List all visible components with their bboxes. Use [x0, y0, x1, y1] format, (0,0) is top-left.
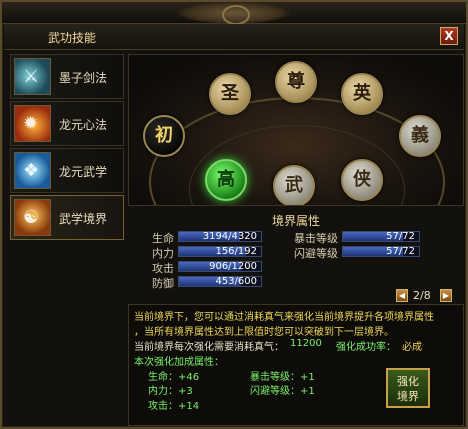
attr-mp: 内力 156/192	[152, 245, 272, 260]
attr-value: 156/192	[215, 246, 257, 257]
realm-node-zun[interactable]: 尊	[275, 61, 317, 103]
upgrade-label-line1: 强化	[397, 375, 419, 388]
attr-defense: 防御 453/600	[152, 275, 272, 290]
bonus-crit: 暴击等级：+1	[250, 372, 315, 383]
tab-mozi-sword[interactable]: ⚔ 墨子剑法	[10, 54, 124, 99]
realm-node-wu[interactable]: 武	[273, 165, 315, 205]
bonus-attack: 攻击：+14	[148, 401, 200, 412]
cost-value: 11200	[290, 338, 322, 349]
window-title: 武功技能	[48, 31, 97, 45]
martial-skills-window: 武功技能 X ⚔ 墨子剑法 ✹ 龙元心法 ❖ 龙元武学 ☯ 武学境界 初 圣 尊…	[0, 0, 468, 429]
info-line-1: 当前境界下，您可以通过消耗真气来强化当前境界提升各项境界属性	[134, 312, 434, 323]
info-line-2: ，当所有境界属性达到上限值时您可以突破到下一层境界。	[134, 327, 394, 338]
attr-bar: 453/600	[178, 276, 262, 287]
meditating-monk-icon: ☯	[14, 199, 51, 236]
cost-label: 当前境界每次强化需要消耗真气：	[134, 342, 284, 353]
attr-label: 防御	[152, 277, 174, 290]
tab-longyuan-martial[interactable]: ❖ 龙元武学	[10, 148, 124, 193]
attr-label: 攻击	[152, 262, 174, 275]
attr-value: 453/600	[215, 276, 257, 287]
tab-longyuan-heart[interactable]: ✹ 龙元心法	[10, 101, 124, 146]
title-bar: 武功技能 X	[4, 24, 464, 50]
realm-circle: 初 圣 尊 英 義 高 武 侠	[128, 54, 464, 206]
attr-bar: 57/72	[342, 246, 420, 257]
bonus-dodge: 闪避等级：+1	[250, 386, 315, 397]
upgrade-realm-button[interactable]: 强化 境界	[386, 368, 430, 408]
attr-value: 57/72	[386, 231, 415, 242]
success-rate-value: 必成	[402, 342, 422, 353]
sword-icon: ⚔	[14, 58, 51, 95]
crest-ornament	[178, 2, 290, 25]
bonus-hp: 生命：+46	[148, 372, 200, 383]
tab-label: 龙元武学	[59, 165, 108, 179]
attr-bar: 906/1200	[178, 261, 262, 272]
fire-orb-icon: ✹	[14, 105, 51, 142]
realm-node-ying[interactable]: 英	[341, 73, 383, 115]
close-button[interactable]: X	[440, 27, 458, 45]
attr-dodge: 闪避等级 57/72	[294, 245, 424, 260]
attr-label: 内力	[152, 247, 174, 260]
attr-label: 闪避等级	[294, 247, 338, 260]
attr-label: 暴击等级	[294, 232, 338, 245]
attr-bar: 156/192	[178, 246, 262, 257]
attr-attack: 攻击 906/1200	[152, 260, 272, 275]
skill-tabs: ⚔ 墨子剑法 ✹ 龙元心法 ❖ 龙元武学 ☯ 武学境界	[10, 54, 124, 242]
realm-node-gao[interactable]: 高	[205, 159, 247, 201]
realm-node-yi[interactable]: 義	[399, 115, 441, 157]
attributes-title: 境界属性	[271, 214, 320, 228]
top-ornament	[2, 2, 466, 25]
attr-bar: 3194/4320	[178, 231, 262, 242]
attr-value: 3194/4320	[202, 231, 257, 242]
tab-label: 武学境界	[59, 212, 108, 226]
page-indicator: 2/8	[413, 289, 431, 302]
next-page-button[interactable]: ▶	[440, 289, 452, 302]
tab-martial-realm[interactable]: ☯ 武学境界	[10, 195, 124, 240]
attr-crit: 暴击等级 57/72	[294, 230, 424, 245]
attr-hp: 生命 3194/4320	[152, 230, 272, 245]
attr-label: 生命	[152, 232, 174, 245]
prev-page-button[interactable]: ◀	[396, 289, 408, 302]
realm-node-sheng[interactable]: 圣	[209, 73, 251, 115]
realm-node-xia[interactable]: 侠	[341, 159, 383, 201]
blue-book-icon: ❖	[14, 152, 51, 189]
upgrade-label-line2: 境界	[397, 390, 419, 403]
bonus-mp: 内力：+3	[148, 386, 193, 397]
success-rate-label: 强化成功率：	[336, 342, 396, 353]
tab-label: 龙元心法	[59, 118, 108, 132]
attr-value: 906/1200	[209, 261, 257, 272]
tab-label: 墨子剑法	[59, 71, 108, 85]
realm-node-chu[interactable]: 初	[143, 115, 185, 157]
attr-value: 57/72	[386, 246, 415, 257]
page-navigator: ◀ 2/8 ▶	[396, 289, 458, 303]
attr-bar: 57/72	[342, 231, 420, 242]
bonus-title: 本次强化加成属性：	[134, 357, 224, 368]
